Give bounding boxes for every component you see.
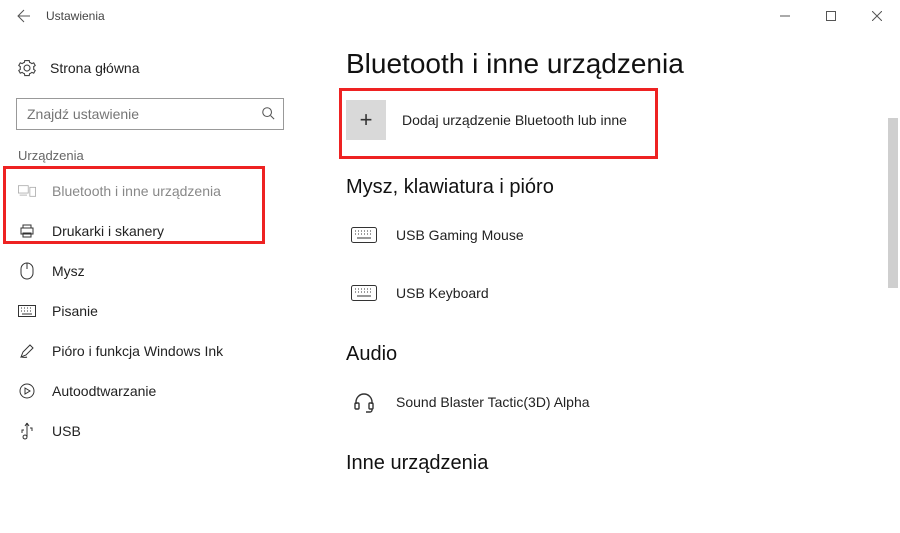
pen-icon [18,343,36,359]
sidebar-item-mouse[interactable]: Mysz [0,251,300,291]
keyboard-icon [18,305,36,317]
close-button[interactable] [854,0,900,32]
add-device-button[interactable]: + Dodaj urządzenie Bluetooth lub inne [346,100,870,140]
sidebar: Strona główna Urządzenia Bluetooth i inn… [0,32,300,533]
sidebar-item-usb[interactable]: USB [0,411,300,451]
scrollbar[interactable] [888,118,898,288]
devices-icon [18,184,36,198]
autoplay-icon [18,383,36,399]
device-name: USB Gaming Mouse [396,227,524,243]
sidebar-item-autoplay[interactable]: Autoodtwarzanie [0,371,300,411]
sidebar-item-bluetooth[interactable]: Bluetooth i inne urządzenia [0,171,300,211]
device-row[interactable]: USB Gaming Mouse [346,213,870,257]
minimize-button[interactable] [762,0,808,32]
sidebar-item-printers[interactable]: Drukarki i skanery [0,211,300,251]
sidebar-item-label: Mysz [52,263,85,279]
sidebar-item-label: Pisanie [52,303,98,319]
sidebar-item-label: Autoodtwarzanie [52,383,156,399]
device-row[interactable]: Sound Blaster Tactic(3D) Alpha [346,380,870,424]
keyboard-icon [350,227,378,243]
section-input-header: Mysz, klawiatura i pióro [346,176,870,199]
section-audio-header: Audio [346,343,870,366]
window-title: Ustawienia [46,9,105,23]
search-box[interactable] [16,98,284,130]
search-input[interactable] [25,105,261,123]
search-icon [261,106,275,123]
sidebar-item-typing[interactable]: Pisanie [0,291,300,331]
back-button[interactable] [8,0,40,32]
usb-icon [18,422,36,440]
mouse-icon [18,262,36,280]
sidebar-category: Urządzenia [0,148,300,163]
section-other-header: Inne urządzenia [346,452,870,475]
keyboard-icon [350,285,378,301]
device-name: USB Keyboard [396,285,489,301]
main-pane: Bluetooth i inne urządzenia + Dodaj urzą… [300,32,900,533]
printer-icon [18,223,36,239]
plus-icon: + [346,100,386,140]
page-title: Bluetooth i inne urządzenia [346,48,870,80]
sidebar-item-pen[interactable]: Pióro i funkcja Windows Ink [0,331,300,371]
titlebar: Ustawienia [0,0,900,32]
headset-icon [350,390,378,414]
sidebar-item-label: Drukarki i skanery [52,223,164,239]
maximize-button[interactable] [808,0,854,32]
home-link[interactable]: Strona główna [0,48,300,88]
gear-icon [18,59,36,77]
home-label: Strona główna [50,60,140,76]
add-device-label: Dodaj urządzenie Bluetooth lub inne [402,112,627,128]
sidebar-item-label: USB [52,423,81,439]
sidebar-item-label: Bluetooth i inne urządzenia [52,183,221,199]
device-name: Sound Blaster Tactic(3D) Alpha [396,394,590,410]
device-row[interactable]: USB Keyboard [346,271,870,315]
sidebar-item-label: Pióro i funkcja Windows Ink [52,343,223,359]
